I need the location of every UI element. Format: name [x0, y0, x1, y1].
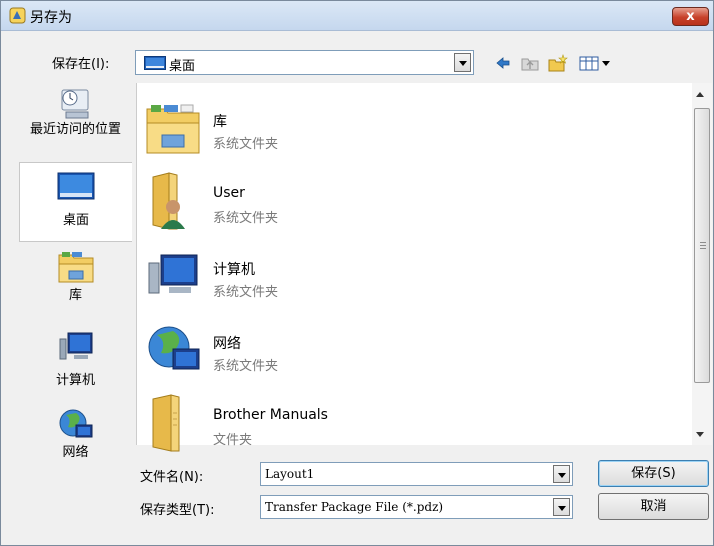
- file-name: Brother Manuals: [213, 407, 328, 423]
- file-type: 系统文件夹: [213, 137, 279, 152]
- view-menu-icon[interactable]: [579, 54, 613, 72]
- place-recent[interactable]: 最近访问的位置: [19, 84, 132, 162]
- file-type: 系统文件夹: [213, 211, 279, 226]
- place-label: 网络: [62, 445, 89, 460]
- place-network[interactable]: 网络: [19, 405, 132, 475]
- folder-icon: [152, 394, 180, 452]
- save-in-label: 保存在(I):: [52, 57, 110, 72]
- chevron-down-icon[interactable]: [553, 465, 570, 483]
- list-item[interactable]: 库 系统文件夹: [137, 91, 687, 161]
- computer-icon: [148, 254, 198, 294]
- place-label: 计算机: [55, 373, 95, 388]
- up-folder-icon[interactable]: [521, 54, 539, 72]
- place-computer[interactable]: 计算机: [19, 329, 132, 399]
- close-button[interactable]: x: [672, 7, 709, 26]
- desktop-icon: [57, 172, 95, 200]
- file-name: User: [213, 185, 245, 201]
- new-folder-icon[interactable]: [548, 54, 568, 72]
- place-libraries[interactable]: 库: [19, 247, 132, 317]
- libraries-icon: [58, 252, 93, 283]
- save-as-dialog: 另存为 x 保存在(I): 桌面 最近访问的位置 桌面 库 计算机 网络 库 系…: [0, 0, 714, 546]
- place-label: 库: [68, 288, 82, 303]
- file-name: 网络: [213, 336, 241, 352]
- network-icon: [59, 409, 92, 438]
- network-icon: [148, 326, 200, 370]
- filename-label: 文件名(N):: [140, 470, 204, 485]
- cancel-button[interactable]: 取消: [598, 493, 709, 520]
- filename-value: Layout1: [265, 467, 315, 481]
- file-type: 系统文件夹: [213, 359, 279, 374]
- file-name: 计算机: [213, 262, 255, 278]
- back-arrow-icon[interactable]: [495, 54, 511, 72]
- computer-icon: [59, 332, 92, 360]
- file-type: 文件夹: [213, 433, 253, 448]
- filename-input[interactable]: Layout1: [260, 462, 573, 486]
- save-in-value: 桌面: [169, 59, 196, 74]
- save-in-dropdown[interactable]: 桌面: [135, 50, 474, 75]
- filetype-value: Transfer Package File (*.pdz): [265, 500, 444, 514]
- libraries-icon: [146, 104, 200, 154]
- place-desktop[interactable]: 桌面: [19, 162, 132, 242]
- title-bar: 另存为 x: [1, 1, 713, 31]
- desktop-icon: [144, 56, 166, 70]
- filetype-select[interactable]: Transfer Package File (*.pdz): [260, 495, 573, 519]
- scroll-thumb[interactable]: [694, 108, 710, 383]
- vertical-scrollbar[interactable]: [692, 83, 712, 445]
- app-icon: [9, 7, 26, 24]
- place-label: 最近访问的位置: [29, 122, 121, 137]
- save-button[interactable]: 保存(S): [598, 460, 709, 487]
- list-item[interactable]: User 系统文件夹: [137, 165, 687, 235]
- scroll-up-icon[interactable]: [696, 92, 704, 97]
- places-bar: 最近访问的位置 桌面 库 计算机 网络: [19, 84, 132, 479]
- list-item[interactable]: 网络 系统文件夹: [137, 313, 687, 383]
- list-item[interactable]: Brother Manuals 文件夹: [137, 387, 687, 457]
- file-name: 库: [213, 114, 227, 130]
- filetype-label: 保存类型(T):: [140, 503, 215, 518]
- list-item[interactable]: 计算机 系统文件夹: [137, 239, 687, 309]
- user-folder-icon: [152, 172, 185, 230]
- place-label: 桌面: [62, 213, 89, 228]
- file-list: 库 系统文件夹 User 系统文件夹 计算机 系统文件夹 网络 系统文件夹 Br…: [136, 83, 712, 452]
- window-title: 另存为: [30, 10, 72, 26]
- chevron-down-icon[interactable]: [454, 53, 471, 72]
- grip-icon: [700, 242, 706, 250]
- scroll-down-icon[interactable]: [696, 432, 704, 437]
- recent-places-icon: [61, 89, 88, 119]
- chevron-down-icon[interactable]: [553, 498, 570, 516]
- file-type: 系统文件夹: [213, 285, 279, 300]
